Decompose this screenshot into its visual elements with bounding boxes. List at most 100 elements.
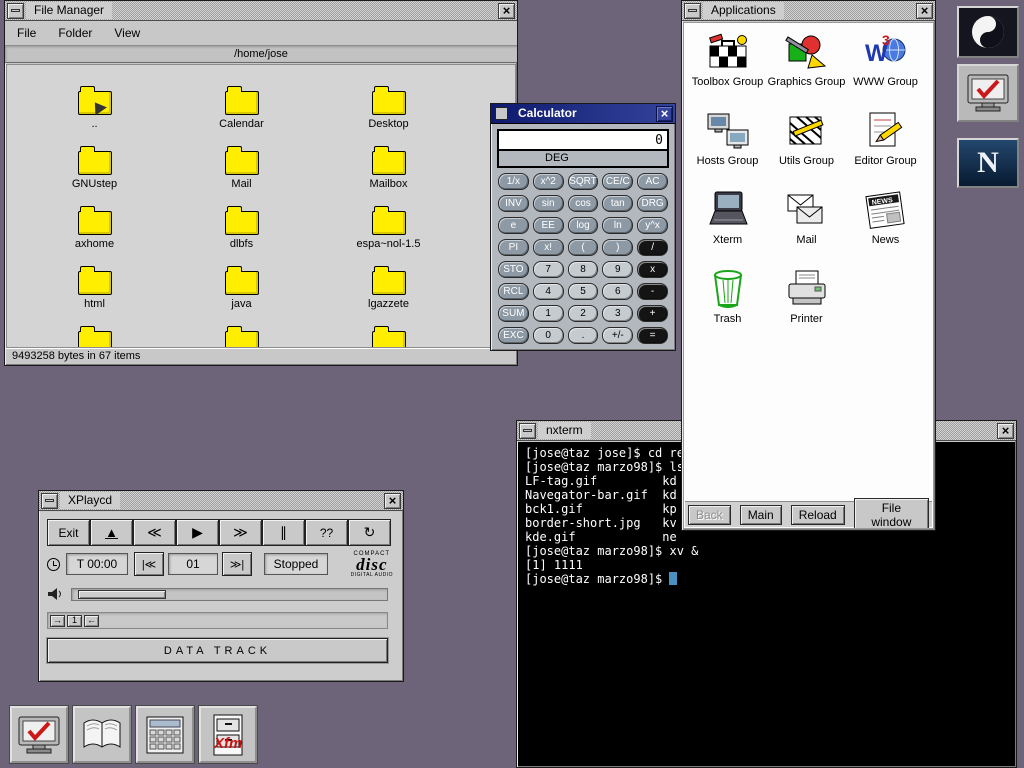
app-item-trash[interactable]: Trash [688, 266, 767, 345]
transport-button[interactable]: ≫ [219, 519, 262, 546]
calc-button[interactable]: = [637, 327, 668, 344]
transport-button[interactable]: Exit [47, 519, 90, 546]
window-menu-button[interactable] [684, 3, 701, 19]
calc-button[interactable]: x^2 [533, 173, 564, 190]
side-tile-netscape[interactable]: N [957, 138, 1019, 188]
calc-button[interactable]: DRG [637, 195, 668, 212]
folder-item[interactable]: dlbfs [168, 205, 315, 265]
program-button[interactable]: → [50, 615, 65, 627]
transport-button[interactable]: ?? [305, 519, 348, 546]
program-button[interactable]: 1 [67, 615, 82, 627]
next-track-button[interactable]: ≫| [222, 552, 252, 576]
calc-button[interactable]: tan [602, 195, 633, 212]
calc-button[interactable]: 0 [533, 327, 564, 344]
transport-button[interactable]: ∥ [262, 519, 305, 546]
folder-item[interactable] [315, 325, 462, 348]
calc-button[interactable]: x [637, 261, 668, 278]
calc-button[interactable]: 5 [568, 283, 599, 300]
app-item-xterm[interactable]: Xterm [688, 187, 767, 266]
app-item-mail[interactable]: Mail [767, 187, 846, 266]
window-menu-button[interactable] [519, 423, 536, 439]
app-item-news[interactable]: NEWS News [846, 187, 925, 266]
calc-button[interactable]: - [637, 283, 668, 300]
app-item-editor-group[interactable]: Editor Group [846, 108, 925, 187]
app-item-graphics-group[interactable]: Graphics Group [767, 29, 846, 108]
folder-item[interactable]: Mail [168, 145, 315, 205]
calc-button[interactable]: 1/x [498, 173, 529, 190]
folder-item[interactable] [168, 325, 315, 348]
close-button[interactable]: × [656, 106, 673, 122]
close-button[interactable]: × [384, 493, 401, 509]
calc-button[interactable]: RCL [498, 283, 529, 300]
folder-item[interactable]: espa~nol-1.5 [315, 205, 462, 265]
folder-item[interactable]: html [21, 265, 168, 325]
calc-button[interactable]: . [568, 327, 599, 344]
prev-track-button[interactable]: |≪ [134, 552, 164, 576]
calc-button[interactable]: sin [533, 195, 564, 212]
close-button[interactable]: × [498, 3, 515, 19]
file-manager-titlebar[interactable]: File Manager × [5, 1, 517, 21]
calculator-titlebar[interactable]: Calculator × [491, 104, 675, 124]
folder-item[interactable]: lgazzete [315, 265, 462, 325]
side-tile-logo[interactable] [957, 6, 1019, 58]
calc-button[interactable]: log [568, 217, 599, 234]
volume-slider-thumb[interactable] [78, 590, 166, 599]
data-track-bar[interactable]: DATA TRACK [47, 638, 388, 663]
calc-button[interactable]: EXC [498, 327, 529, 344]
program-button[interactable]: ← [84, 615, 99, 627]
app-item-www-group[interactable]: W 3 WWW Group [846, 29, 925, 108]
calc-button[interactable]: STO [498, 261, 529, 278]
applications-titlebar[interactable]: Applications × [682, 1, 935, 21]
folder-item[interactable]: Mailbox [315, 145, 462, 205]
transport-button[interactable]: ≪ [133, 519, 176, 546]
volume-slider[interactable] [71, 588, 388, 601]
calc-button[interactable]: cos [568, 195, 599, 212]
dock-tile-keypad[interactable] [136, 706, 194, 763]
calc-button[interactable]: ) [602, 239, 633, 256]
transport-button[interactable]: ▲ [90, 519, 133, 546]
calc-button[interactable]: e [498, 217, 529, 234]
calc-button[interactable]: 7 [533, 261, 564, 278]
folder-item[interactable] [21, 325, 168, 348]
transport-button[interactable]: ↻ [348, 519, 391, 546]
calc-button[interactable]: ( [568, 239, 599, 256]
calculator-app-icon[interactable] [495, 107, 508, 120]
calc-button[interactable]: / [637, 239, 668, 256]
calc-button[interactable]: 3 [602, 305, 633, 322]
folder-item[interactable]: .. [21, 85, 168, 145]
calc-button[interactable]: CE/C [602, 173, 633, 190]
folder-item[interactable]: java [168, 265, 315, 325]
dock-tile-files[interactable] [73, 706, 131, 763]
calc-button[interactable]: SQRT [568, 173, 599, 190]
calc-button[interactable]: y^x [637, 217, 668, 234]
app-item-utils-group[interactable]: Utils Group [767, 108, 846, 187]
window-menu-button[interactable] [7, 3, 24, 19]
calc-button[interactable]: ln [602, 217, 633, 234]
calc-button[interactable]: INV [498, 195, 529, 212]
app-item-printer[interactable]: Printer [767, 266, 846, 345]
app-item-hosts-group[interactable]: Hosts Group [688, 108, 767, 187]
nav-button[interactable]: Main [740, 505, 782, 525]
nav-button[interactable]: Reload [791, 505, 845, 525]
calc-button[interactable]: 2 [568, 305, 599, 322]
app-item-toolbox-group[interactable]: Toolbox Group [688, 29, 767, 108]
calc-button[interactable]: 6 [602, 283, 633, 300]
window-menu-button[interactable] [41, 493, 58, 509]
calc-button[interactable]: 9 [602, 261, 633, 278]
xplaycd-titlebar[interactable]: XPlaycd × [39, 491, 403, 511]
close-button[interactable]: × [997, 423, 1014, 439]
dock-tile-xfm[interactable]: Xfm [199, 706, 257, 763]
calc-button[interactable]: 1 [533, 305, 564, 322]
calc-button[interactable]: SUM [498, 305, 529, 322]
folder-item[interactable]: Calendar [168, 85, 315, 145]
close-button[interactable]: × [916, 3, 933, 19]
calc-button[interactable]: 8 [568, 261, 599, 278]
calc-button[interactable]: 4 [533, 283, 564, 300]
nav-button[interactable]: Back [688, 505, 731, 525]
transport-button[interactable]: ▶ [176, 519, 219, 546]
nav-button[interactable]: File window [854, 498, 929, 530]
side-tile-display[interactable] [957, 64, 1019, 122]
folder-item[interactable]: axhome [21, 205, 168, 265]
dock-tile-display[interactable] [10, 706, 68, 763]
calc-button[interactable]: EE [533, 217, 564, 234]
